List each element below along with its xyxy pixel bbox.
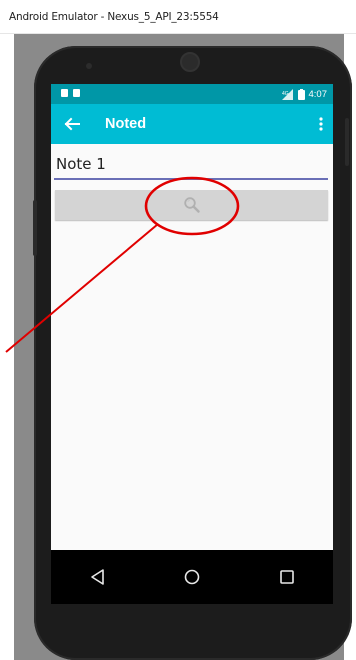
power-button (345, 118, 349, 166)
app-title: Noted (105, 116, 147, 132)
search-button[interactable] (55, 190, 328, 220)
front-camera (180, 52, 200, 72)
proximity-sensor (86, 63, 92, 69)
status-bar: 4G 4:07 (51, 84, 333, 104)
device-screen: 4G 4:07 Noted (51, 84, 333, 604)
window-title: Android Emulator - Nexus_5_API_23:5554 (9, 11, 219, 23)
emulator-window-titlebar: Android Emulator - Nexus_5_API_23:5554 (0, 0, 356, 34)
status-indicators: 4G 4:07 (281, 88, 328, 100)
nav-home-icon[interactable] (181, 566, 203, 588)
status-time: 4:07 (308, 88, 328, 100)
arrow-left-icon[interactable] (63, 115, 81, 133)
volume-button (33, 200, 37, 256)
note-title-input[interactable] (54, 152, 328, 180)
search-icon (184, 197, 200, 213)
notification-icon (73, 89, 80, 97)
overflow-menu-icon[interactable] (319, 117, 323, 131)
signal-icon: 4G (281, 88, 293, 100)
notification-icon (61, 89, 68, 97)
nav-recents-icon[interactable] (276, 566, 298, 588)
network-type-label: 4G (282, 91, 289, 97)
nav-back-icon[interactable] (87, 566, 109, 588)
battery-icon (297, 88, 305, 100)
app-bar: Noted (51, 104, 333, 144)
navigation-bar (51, 550, 333, 604)
